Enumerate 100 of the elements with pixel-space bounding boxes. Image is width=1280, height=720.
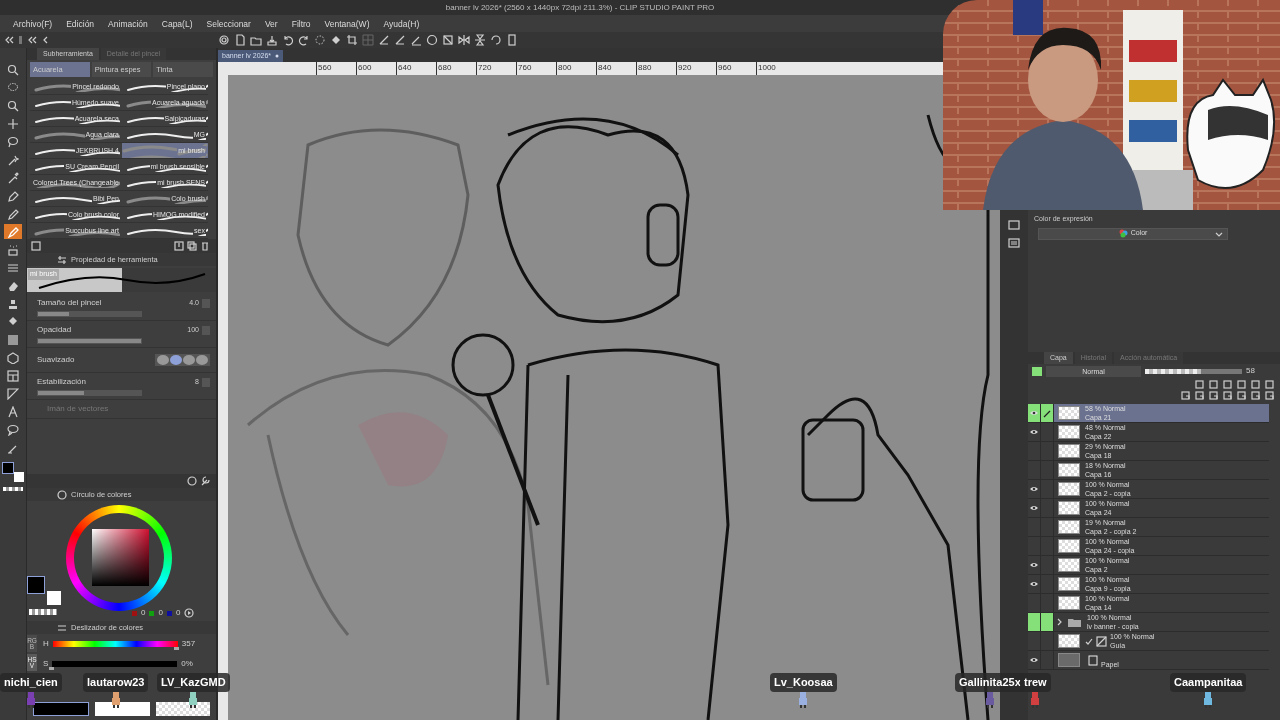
- foreground-color-swatch[interactable]: [2, 462, 14, 474]
- new-file-icon[interactable]: [234, 34, 246, 46]
- mask-icon[interactable]: [1251, 391, 1260, 400]
- new-vector-icon[interactable]: [1195, 391, 1204, 400]
- close-icon[interactable]: [275, 53, 280, 58]
- trash-icon[interactable]: [200, 241, 210, 252]
- ruler-icon[interactable]: [7, 387, 19, 400]
- eraser-icon[interactable]: [7, 279, 19, 292]
- shape-icon[interactable]: [7, 351, 19, 364]
- save-icon[interactable]: [266, 34, 278, 46]
- slider-fill[interactable]: [38, 391, 85, 396]
- visibility-toggle[interactable]: [1028, 556, 1041, 574]
- folder-icon[interactable]: [250, 34, 262, 46]
- flip-vertical-icon[interactable]: [474, 34, 486, 46]
- visibility-toggle[interactable]: [1028, 575, 1041, 593]
- fill-icon[interactable]: [7, 315, 19, 328]
- pencil-icon[interactable]: [7, 207, 19, 220]
- crop-icon[interactable]: [346, 34, 358, 46]
- transparent-color-swatch[interactable]: [155, 702, 210, 716]
- text-icon[interactable]: [7, 405, 19, 418]
- lines-icon[interactable]: [7, 261, 19, 274]
- mask-icon[interactable]: [1237, 380, 1246, 389]
- help-icon[interactable]: [426, 34, 438, 46]
- slider-fill[interactable]: [38, 339, 141, 344]
- import-icon[interactable]: [174, 241, 184, 252]
- lock-icon[interactable]: [1223, 380, 1232, 389]
- ruler-icon[interactable]: [378, 34, 390, 46]
- background-color-swatch[interactable]: [95, 702, 150, 716]
- smoothing-option[interactable]: [183, 355, 195, 366]
- clock-icon[interactable]: [187, 476, 197, 486]
- transparent-color-swatch[interactable]: [29, 609, 57, 615]
- new-layer-icon[interactable]: [1181, 391, 1190, 400]
- edit-toggle[interactable]: [1041, 613, 1054, 631]
- merge-icon[interactable]: [1237, 391, 1246, 400]
- swirl-icon[interactable]: [218, 34, 230, 46]
- wrench-icon[interactable]: [200, 476, 210, 486]
- collapse-icon[interactable]: [4, 35, 14, 45]
- hue-slider-track[interactable]: [52, 661, 178, 667]
- foreground-color-swatch[interactable]: [33, 702, 90, 716]
- copy-icon[interactable]: [187, 241, 197, 252]
- menu-item[interactable]: Animación: [101, 16, 155, 31]
- opacity-slider[interactable]: [1145, 368, 1242, 374]
- tablet-icon[interactable]: [506, 34, 518, 46]
- gradient-icon[interactable]: [7, 333, 19, 346]
- pen-icon[interactable]: [7, 189, 19, 202]
- eyedropper-icon[interactable]: [7, 171, 19, 184]
- speech-bubble-icon[interactable]: [7, 423, 19, 436]
- trash-icon[interactable]: [1265, 391, 1274, 400]
- move-icon[interactable]: [7, 117, 19, 130]
- stamp-icon[interactable]: [7, 297, 19, 310]
- menu-item[interactable]: Ayuda(H): [376, 16, 427, 31]
- reference-icon[interactable]: [1209, 380, 1218, 389]
- slider-fill[interactable]: [38, 312, 69, 317]
- slider-thumb[interactable]: [49, 667, 55, 670]
- expand-icon[interactable]: [1057, 618, 1062, 626]
- flip-icon[interactable]: [458, 34, 470, 46]
- hue-slider-track[interactable]: [52, 641, 178, 647]
- menu-item[interactable]: Ver: [257, 16, 285, 31]
- new-folder-icon[interactable]: [1209, 391, 1218, 400]
- transparent-color-swatch[interactable]: [3, 487, 23, 491]
- navigator-icon[interactable]: [1008, 220, 1020, 230]
- foreground-color-swatch[interactable]: [27, 576, 45, 594]
- visibility-toggle[interactable]: [1028, 613, 1041, 631]
- ruler-icon[interactable]: [394, 34, 406, 46]
- background-color-swatch[interactable]: [14, 472, 24, 482]
- visibility-toggle[interactable]: [1028, 404, 1041, 422]
- visibility-toggle[interactable]: [1028, 423, 1041, 441]
- slider-thumb[interactable]: [173, 647, 179, 650]
- menu-item[interactable]: Capa(L): [154, 16, 200, 31]
- pen-line-icon[interactable]: [410, 34, 422, 46]
- settings-icon[interactable]: [31, 241, 41, 252]
- color-icon[interactable]: [1265, 380, 1274, 389]
- select-icon[interactable]: [7, 99, 19, 112]
- lasso-icon[interactable]: [7, 135, 19, 148]
- frame-icon[interactable]: [7, 369, 19, 382]
- redo-icon[interactable]: [298, 34, 310, 46]
- copy-icon[interactable]: [1223, 391, 1232, 400]
- menu-item[interactable]: Archivo(F): [6, 16, 60, 31]
- visibility-toggle[interactable]: [1028, 499, 1041, 517]
- undo-icon[interactable]: [282, 34, 294, 46]
- smoothing-option[interactable]: [170, 355, 182, 366]
- magic-wand-icon[interactable]: [7, 153, 19, 166]
- menu-item[interactable]: Ventana(W): [317, 16, 377, 31]
- rotate-icon[interactable]: [490, 34, 502, 46]
- menu-item[interactable]: Edición: [59, 16, 102, 31]
- visibility-toggle[interactable]: [1028, 651, 1041, 669]
- menu-item[interactable]: Filtro: [284, 16, 318, 31]
- edit-toggle[interactable]: [1041, 404, 1054, 422]
- visibility-toggle[interactable]: [1028, 480, 1041, 498]
- layer-property-icon[interactable]: [1008, 238, 1020, 248]
- frame-icon[interactable]: [442, 34, 454, 46]
- saturation-square[interactable]: [92, 529, 149, 586]
- smoothing-option[interactable]: [157, 355, 169, 366]
- clip-icon[interactable]: [1195, 380, 1204, 389]
- search-icon[interactable]: [7, 63, 19, 76]
- transfer-icon[interactable]: [1251, 380, 1260, 389]
- smoothing-option[interactable]: [196, 355, 208, 366]
- collapse-icon[interactable]: [27, 35, 37, 45]
- dotted-circle-icon[interactable]: [314, 34, 326, 46]
- brush-icon[interactable]: [7, 225, 19, 238]
